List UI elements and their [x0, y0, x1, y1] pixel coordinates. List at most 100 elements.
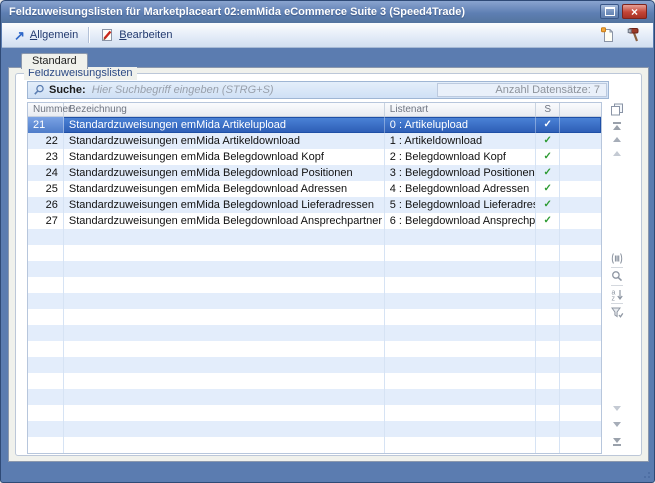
- cell-listenart: [385, 293, 536, 309]
- table-row[interactable]: 22 Standardzuweisungen emMida Artikeldow…: [28, 133, 601, 149]
- cell-empty: [560, 229, 601, 245]
- cell-nummer: [28, 341, 64, 357]
- restore-button[interactable]: [600, 4, 619, 19]
- close-icon: ×: [631, 6, 638, 18]
- table-empty-row: [28, 357, 601, 373]
- close-button[interactable]: ×: [622, 4, 647, 19]
- cell-status-check: ✓: [536, 133, 560, 149]
- cell-nummer: [28, 357, 64, 373]
- table-row[interactable]: 21 Standardzuweisungen emMida Artikelupl…: [28, 117, 601, 133]
- column-header-empty: [560, 103, 601, 116]
- cell-status-check: ✓: [536, 165, 560, 181]
- cell-status-check: [536, 341, 560, 357]
- column-header-listenart[interactable]: Listenart: [385, 103, 536, 116]
- cell-bezeichnung: [64, 405, 385, 421]
- cell-empty: [560, 133, 601, 149]
- scroll-up-icon[interactable]: [613, 151, 621, 156]
- cell-bezeichnung: Standardzuweisungen emMida Belegdownload…: [64, 165, 385, 181]
- cell-bezeichnung: Standardzuweisungen emMida Belegdownload…: [64, 181, 385, 197]
- cell-bezeichnung: [64, 261, 385, 277]
- table-empty-row: [28, 261, 601, 277]
- cell-listenart: [385, 309, 536, 325]
- search-input[interactable]: [92, 83, 437, 97]
- cell-nummer: [28, 277, 64, 293]
- scroll-to-bottom-icon[interactable]: [613, 438, 621, 447]
- toolbar-right-group: [600, 27, 645, 43]
- scroll-down-icon[interactable]: [613, 406, 621, 411]
- feldzuweisungslisten-table: Nummer Bezeichnung Listenart S 21 Standa…: [27, 102, 602, 454]
- record-count: Anzahl Datensätze: 7: [437, 83, 607, 97]
- table-empty-row: [28, 405, 601, 421]
- scroll-to-top-icon[interactable]: [613, 121, 621, 130]
- resize-grip[interactable]: [641, 469, 651, 479]
- cell-empty: [560, 165, 601, 181]
- cell-listenart: 3 : Belegdownload Positionen: [385, 165, 536, 181]
- tab-page-panel: Feldzuweisungslisten Suche: Anzahl Daten…: [8, 67, 649, 462]
- cell-listenart: 6 : Belegdownload Ansprechpartner: [385, 213, 536, 229]
- app-window: Feldzuweisungslisten für Marketplaceart …: [0, 0, 655, 483]
- find-panel-icon[interactable]: [611, 270, 624, 283]
- cell-empty: [560, 245, 601, 261]
- allgemein-label: Allgemein: [30, 29, 78, 41]
- table-empty-row: [28, 389, 601, 405]
- table-row[interactable]: 23 Standardzuweisungen emMida Belegdownl…: [28, 149, 601, 165]
- search-icon: [33, 84, 45, 96]
- column-header-bezeichnung[interactable]: Bezeichnung: [64, 103, 385, 116]
- cell-bezeichnung: [64, 277, 385, 293]
- table-row[interactable]: 24 Standardzuweisungen emMida Belegdownl…: [28, 165, 601, 181]
- cell-listenart: [385, 261, 536, 277]
- cell-nummer: [28, 373, 64, 389]
- cell-status-check: [536, 405, 560, 421]
- cell-empty: [560, 341, 601, 357]
- cell-listenart: 4 : Belegdownload Adressen: [385, 181, 536, 197]
- filter-icon[interactable]: [611, 306, 624, 319]
- cell-bezeichnung: Standardzuweisungen emMida Artikeldownlo…: [64, 133, 385, 149]
- cell-bezeichnung: [64, 437, 385, 453]
- copy-rows-icon[interactable]: [610, 103, 624, 116]
- cell-status-check: ✓: [536, 213, 560, 229]
- edit-document-icon: [100, 28, 114, 42]
- cell-nummer: [28, 421, 64, 437]
- feldzuweisungslisten-groupbox: Feldzuweisungslisten Suche: Anzahl Daten…: [15, 73, 642, 456]
- scroll-page-down-icon[interactable]: [613, 422, 621, 427]
- search-bar: Suche: Anzahl Datensätze: 7: [27, 81, 609, 99]
- cell-bezeichnung: [64, 357, 385, 373]
- arrow-up-right-icon: ↗: [14, 30, 25, 41]
- cell-nummer: 26: [28, 197, 64, 213]
- bearbeiten-menu-button[interactable]: Bearbeiten: [96, 26, 176, 44]
- cell-nummer: 22: [28, 133, 64, 149]
- restore-icon: [605, 7, 615, 16]
- cell-bezeichnung: Standardzuweisungen emMida Belegdownload…: [64, 213, 385, 229]
- cell-empty: [560, 437, 601, 453]
- column-header-s[interactable]: S: [536, 103, 560, 116]
- table-row[interactable]: 25 Standardzuweisungen emMida Belegdownl…: [28, 181, 601, 197]
- column-chooser-icon[interactable]: [611, 252, 624, 265]
- cell-status-check: [536, 245, 560, 261]
- cell-listenart: 2 : Belegdownload Kopf: [385, 149, 536, 165]
- cell-bezeichnung: [64, 453, 385, 454]
- title-bar[interactable]: Feldzuweisungslisten für Marketplaceart …: [1, 1, 654, 23]
- table-empty-row: [28, 437, 601, 453]
- side-toolbar-separator: [611, 267, 623, 268]
- cell-bezeichnung: [64, 389, 385, 405]
- tab-standard[interactable]: Standard: [21, 53, 88, 69]
- window-frame-bottom: [1, 460, 654, 482]
- cell-empty: [560, 453, 601, 454]
- grid-side-toolbar: a z: [607, 102, 627, 454]
- sort-icon[interactable]: a z: [611, 288, 624, 301]
- cell-nummer: [28, 405, 64, 421]
- cell-bezeichnung: [64, 293, 385, 309]
- cell-empty: [560, 117, 601, 133]
- cell-nummer: [28, 453, 64, 454]
- table-empty-row: [28, 277, 601, 293]
- table-row[interactable]: 26 Standardzuweisungen emMida Belegdownl…: [28, 197, 601, 213]
- allgemein-menu-button[interactable]: ↗ Allgemein: [10, 27, 82, 43]
- scroll-page-up-icon[interactable]: [613, 137, 621, 142]
- cell-empty: [560, 181, 601, 197]
- column-header-nummer[interactable]: Nummer: [28, 103, 64, 116]
- tools-hammer-icon[interactable]: [627, 27, 641, 43]
- cell-listenart: 0 : Artikelupload: [385, 117, 536, 133]
- new-document-icon[interactable]: [600, 27, 615, 43]
- cell-listenart: [385, 325, 536, 341]
- table-row[interactable]: 27 Standardzuweisungen emMida Belegdownl…: [28, 213, 601, 229]
